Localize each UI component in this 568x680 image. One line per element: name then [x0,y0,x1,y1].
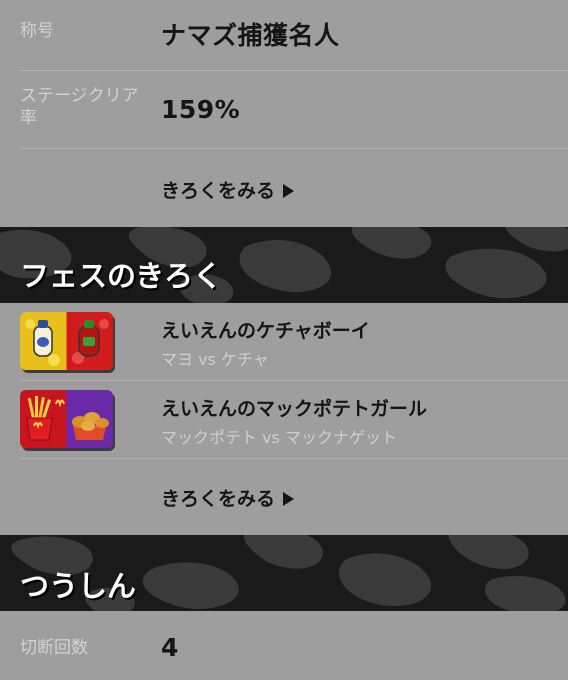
clear-rate-row: ステージクリア率 159% [20,71,568,149]
records-link-row[interactable]: きろくをみる [20,149,568,227]
records-link-label: きろくをみる [161,180,276,202]
play-arrow-icon [283,492,295,506]
comms-section-title: つうしん [20,569,137,603]
clear-rate-label: ステージクリア率 [20,86,139,128]
records-link[interactable]: きろくをみる [161,176,295,203]
fes-records-link[interactable]: きろくをみる [161,484,295,511]
disconnect-label: 切断回数 [20,638,88,658]
fes-records-link-row[interactable]: きろくをみる [20,459,568,535]
disconnect-row: 切断回数 4 [20,611,568,680]
fes-records-link-label: きろくをみる [161,488,276,510]
title-value: ナマズ捕獲名人 [161,21,340,50]
comms-section-header: つうしん [0,535,568,611]
fes-item-vs: マックポテト vs マックナゲット [161,428,397,447]
fes-section-header: フェスのきろく [0,227,568,303]
fes-item-fries-nuggets[interactable]: えいえんのマックポテトガール マックポテト vs マックナゲット [20,381,568,459]
title-row: 称号 ナマズ捕獲名人 [20,0,568,71]
play-arrow-icon [283,184,295,198]
fes-section-title: フェスのきろく [20,259,223,293]
clear-rate-value: 159% [161,95,241,124]
fes-item-vs: マヨ vs ケチャ [161,350,269,369]
fes-item-name: えいえんのマックポテトガール [161,398,428,420]
title-label: 称号 [20,21,54,41]
disconnect-value: 4 [161,633,179,662]
fes-item-mayo-ketchup[interactable]: えいえんのケチャボーイ マヨ vs ケチャ [20,303,568,381]
mayo-vs-ketchup-icon [20,312,113,370]
fes-item-name: えいえんのケチャボーイ [161,320,370,342]
fries-vs-nuggets-icon [20,390,113,448]
